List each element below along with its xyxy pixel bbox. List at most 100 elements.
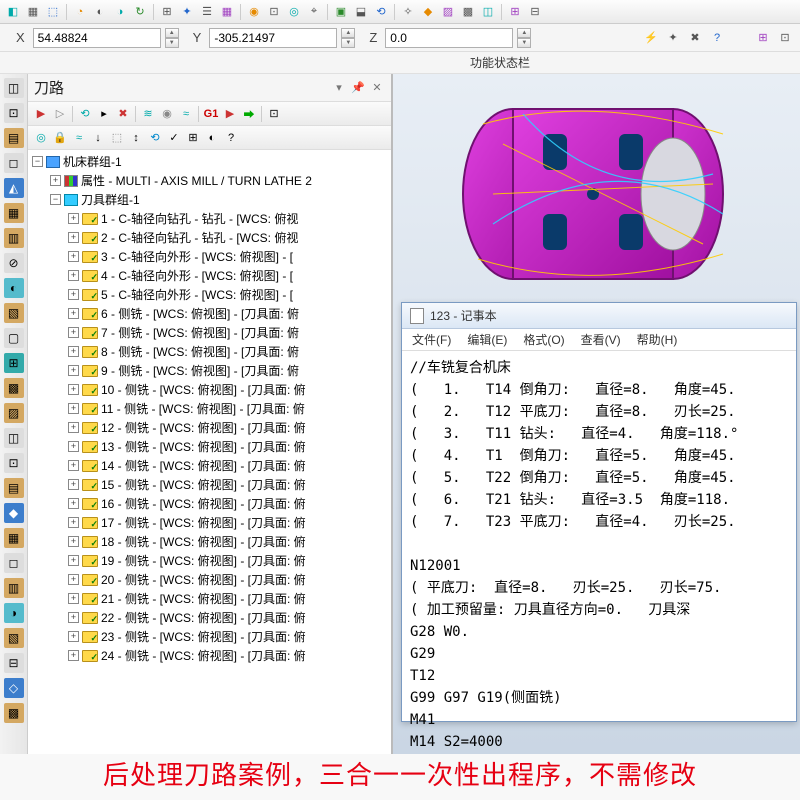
tool-icon[interactable]: ◫ [479,3,497,21]
ptb-icon[interactable]: ⬚ [108,129,126,147]
tool-icon[interactable]: ◔ [71,3,89,21]
rail-icon[interactable]: ◐ [4,278,24,298]
rail-icon[interactable]: ⊡ [4,103,24,123]
menu-item[interactable]: 帮助(H) [637,331,678,348]
tree-row[interactable]: +3 - C-轴径向外形 - [WCS: 俯视图] - [ [28,247,391,266]
tool-icon[interactable]: ▣ [332,3,350,21]
rail-icon[interactable]: ▧ [4,628,24,648]
rail-icon[interactable]: ▩ [4,703,24,723]
tool-icon[interactable]: ⟲ [372,3,390,21]
tree-row[interactable]: +14 - 侧铣 - [WCS: 俯视图] - [刀具面: 俯 [28,456,391,475]
ptb-icon[interactable]: ≈ [70,129,88,147]
tree-row[interactable]: +9 - 侧铣 - [WCS: 俯视图] - [刀具面: 俯 [28,361,391,380]
expander-icon[interactable]: + [68,517,79,528]
expander-icon[interactable]: + [68,232,79,243]
rail-icon[interactable]: ⊟ [4,653,24,673]
expander-icon[interactable]: + [68,422,79,433]
ptb-icon[interactable]: ◎ [32,129,50,147]
tree-row[interactable]: +4 - C-轴径向外形 - [WCS: 俯视图] - [ [28,266,391,285]
ptb-icon[interactable]: ⊞ [184,129,202,147]
expander-icon[interactable]: + [68,555,79,566]
tool-icon[interactable]: ✧ [399,3,417,21]
rail-icon[interactable]: ◫ [4,78,24,98]
tree-row[interactable]: +12 - 侧铣 - [WCS: 俯视图] - [刀具面: 俯 [28,418,391,437]
ptb-icon[interactable]: ▶ [221,105,239,123]
ptb-icon[interactable]: ✖ [114,105,132,123]
tree-row[interactable]: +10 - 侧铣 - [WCS: 俯视图] - [刀具面: 俯 [28,380,391,399]
menu-item[interactable]: 格式(O) [523,331,564,348]
ptb-icon[interactable]: ◐ [203,129,221,147]
ptb-icon[interactable]: ≈ [177,105,195,123]
expander-icon[interactable]: + [68,327,79,338]
close-icon[interactable]: ✕ [369,80,385,96]
rail-icon[interactable]: ◫ [4,428,24,448]
rail-icon[interactable]: ▦ [4,203,24,223]
rail-icon[interactable]: ▨ [4,403,24,423]
expander-icon[interactable]: + [68,479,79,490]
notepad-body[interactable]: //车铣复合机床 ( 1. T14 倒角刀: 直径=8. 角度=45. ( 2.… [402,351,796,759]
expander-icon[interactable]: + [68,631,79,642]
tree-row[interactable]: +2 - C-轴径向钻孔 - 钻孔 - [WCS: 俯视 [28,228,391,247]
tool-icon[interactable]: ⊞ [158,3,176,21]
expander-icon[interactable]: + [68,308,79,319]
ptb-icon[interactable]: ⟲ [76,105,94,123]
expander-icon[interactable]: + [68,346,79,357]
tree-row[interactable]: +1 - C-轴径向钻孔 - 钻孔 - [WCS: 俯视 [28,209,391,228]
tool-icon[interactable]: ☰ [198,3,216,21]
expander-icon[interactable]: − [32,156,43,167]
ptb-icon[interactable]: ◉ [158,105,176,123]
tree-row[interactable]: +20 - 侧铣 - [WCS: 俯视图] - [刀具面: 俯 [28,570,391,589]
rail-icon[interactable]: ▥ [4,228,24,248]
tool-icon[interactable]: ⬚ [44,3,62,21]
ptb-icon[interactable]: ⮕ [240,105,258,123]
rail-icon[interactable]: ◭ [4,178,24,198]
tree-row[interactable]: +13 - 侧铣 - [WCS: 俯视图] - [刀具面: 俯 [28,437,391,456]
rail-icon[interactable]: ◑ [4,603,24,623]
rail-icon[interactable]: ▥ [4,578,24,598]
rail-icon[interactable]: ◆ [4,503,24,523]
tree-row[interactable]: +15 - 侧铣 - [WCS: 俯视图] - [刀具面: 俯 [28,475,391,494]
y-spinner[interactable]: ▲▼ [341,28,355,48]
ptb-icon[interactable]: ▶ [32,105,50,123]
tree-row[interactable]: −机床群组-1 [28,152,391,171]
rail-icon[interactable]: ◻ [4,153,24,173]
viewport[interactable]: 123 - 记事本 文件(F)编辑(E)格式(O)查看(V)帮助(H) //车铣… [392,74,800,754]
rail-icon[interactable]: ▢ [4,328,24,348]
tree-row[interactable]: +5 - C-轴径向外形 - [WCS: 俯视图] - [ [28,285,391,304]
ptb-icon[interactable]: ? [222,129,240,147]
notepad-titlebar[interactable]: 123 - 记事本 [402,303,796,329]
tree-row[interactable]: +8 - 侧铣 - [WCS: 俯视图] - [刀具面: 俯 [28,342,391,361]
cross-icon[interactable]: ✖ [686,29,704,47]
x-spinner[interactable]: ▲▼ [165,28,179,48]
rail-icon[interactable]: ▤ [4,128,24,148]
tool-icon[interactable]: ⊞ [506,3,524,21]
rail-icon[interactable]: ▦ [4,528,24,548]
expander-icon[interactable]: + [68,574,79,585]
tool-icon[interactable]: ◉ [245,3,263,21]
tree-row[interactable]: +24 - 侧铣 - [WCS: 俯视图] - [刀具面: 俯 [28,646,391,665]
pin-icon[interactable]: 📌 [350,80,366,96]
tool-icon[interactable]: ↻ [131,3,149,21]
tool-icon[interactable]: ◧ [4,3,22,21]
rail-icon[interactable]: ⊞ [4,353,24,373]
menu-item[interactable]: 编辑(E) [467,331,507,348]
rail-icon[interactable]: ⊘ [4,253,24,273]
z-input[interactable] [385,28,513,48]
flash-icon[interactable]: ⚡ [642,29,660,47]
tree-row[interactable]: +19 - 侧铣 - [WCS: 俯视图] - [刀具面: 俯 [28,551,391,570]
expander-icon[interactable]: + [68,403,79,414]
tree-row[interactable]: +18 - 侧铣 - [WCS: 俯视图] - [刀具面: 俯 [28,532,391,551]
tree-row[interactable]: +属性 - MULTI - AXIS MILL / TURN LATHE 2 [28,171,391,190]
tool-icon[interactable]: ◎ [285,3,303,21]
tree-row[interactable]: +11 - 侧铣 - [WCS: 俯视图] - [刀具面: 俯 [28,399,391,418]
tool-icon[interactable]: ◑ [111,3,129,21]
ptb-icon[interactable]: ↓ [89,129,107,147]
ptb-icon[interactable]: ✓ [165,129,183,147]
rail-icon[interactable]: ▩ [4,378,24,398]
ptb-icon[interactable]: ▸ [95,105,113,123]
tool-icon[interactable]: ◆ [419,3,437,21]
help-icon[interactable]: ? [708,29,726,47]
ptb-icon[interactable]: ⊡ [265,105,283,123]
expander-icon[interactable]: + [68,384,79,395]
ptb-icon[interactable]: ↕ [127,129,145,147]
